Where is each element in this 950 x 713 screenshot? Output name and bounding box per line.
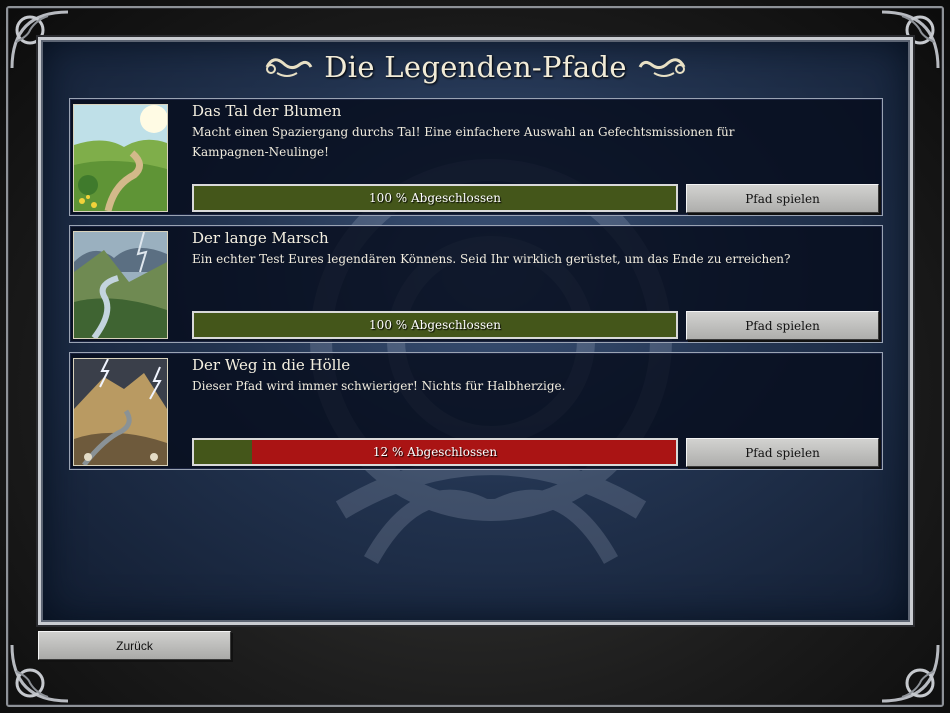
scroll-ornament-right-icon [638,58,686,77]
progress-label: 100 % Abgeschlossen [369,191,501,205]
corner-ornament-icon [881,644,940,703]
path-description: Ein echter Test Eures legendären Könnens… [192,252,791,266]
path-thumbnail [73,231,168,339]
path-thumbnail [73,104,168,212]
path-description: Macht einen Spaziergang durchs Tal! Eine… [192,125,735,159]
page-title: Die Legenden-Pfade [324,50,627,84]
progress-label: 100 % Abgeschlossen [369,318,501,332]
legend-paths-screen: Die Legenden-Pfade Das Tal der Blumen Ma… [0,0,950,713]
path-title: Der Weg in die Hölle [192,356,351,374]
progress-bar: 12 % Abgeschlossen [192,438,678,466]
mountain-river-valley-image [74,232,167,338]
play-path-button[interactable]: Pfad spielen [686,311,879,340]
path-card-der-lange-marsch: Der lange Marsch Ein echter Test Eures l… [69,225,883,343]
path-title: Der lange Marsch [192,229,329,247]
progress-label: 12 % Abgeschlossen [372,445,498,459]
path-card-der-weg-in-die-hoelle: Der Weg in die Hölle Dieser Pfad wird im… [69,352,883,470]
path-card-tal-der-blumen: Das Tal der Blumen Macht einen Spazierga… [69,98,883,216]
path-thumbnail [73,358,168,466]
path-title: Das Tal der Blumen [192,102,342,120]
progress-bar: 100 % Abgeschlossen [192,311,678,339]
play-path-button[interactable]: Pfad spielen [686,438,879,467]
main-panel: Die Legenden-Pfade Das Tal der Blumen Ma… [38,37,913,625]
scroll-ornament-left-icon [265,58,313,77]
progress-bar: 100 % Abgeschlossen [192,184,678,212]
green-valley-path-image [74,105,167,211]
volcanic-mountain-lightning-image [74,359,167,465]
back-button[interactable]: Zurück [38,631,231,660]
path-description: Dieser Pfad wird immer schwieriger! Nich… [192,379,566,393]
title-bar: Die Legenden-Pfade [41,50,910,84]
play-path-button[interactable]: Pfad spielen [686,184,879,213]
